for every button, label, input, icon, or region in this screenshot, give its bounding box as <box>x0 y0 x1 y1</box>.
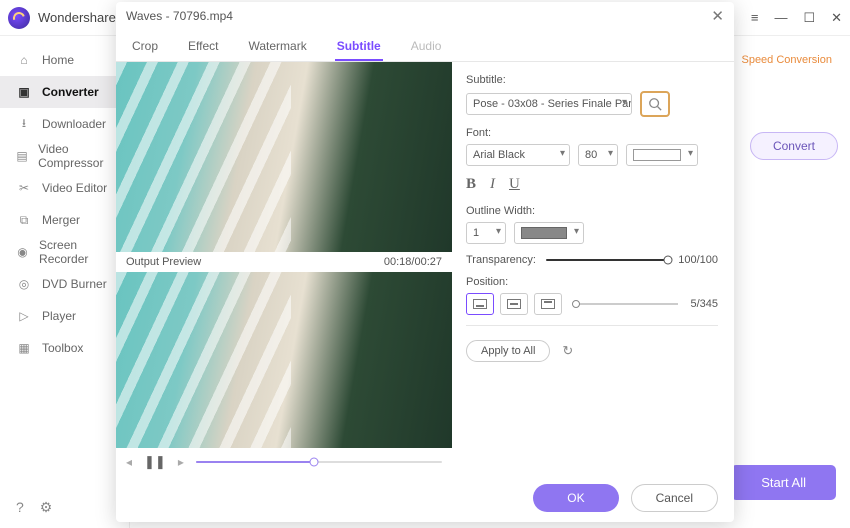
seek-slider[interactable] <box>196 461 442 463</box>
divider <box>466 325 718 326</box>
tab-watermark[interactable]: Watermark <box>246 33 308 61</box>
download-icon: ⭳ <box>16 116 32 132</box>
position-middle-button[interactable] <box>500 293 528 315</box>
tab-audio[interactable]: Audio <box>409 33 444 61</box>
toolbox-icon: ▦ <box>16 340 32 356</box>
subtitle-select-value: Pose - 03x08 - Series Finale Part 2.WE <box>473 98 632 110</box>
outline-color-select[interactable] <box>514 222 584 244</box>
sidebar-item-label: Downloader <box>42 117 106 131</box>
sidebar-item-downloader[interactable]: ⭳ Downloader <box>0 108 129 140</box>
app-brand: Wondershare <box>38 10 116 25</box>
position-slider[interactable] <box>576 303 678 305</box>
sidebar-item-video-editor[interactable]: ✂ Video Editor <box>0 172 129 204</box>
pause-button[interactable]: ❚❚ <box>144 454 166 470</box>
start-all-button[interactable]: Start All <box>731 465 836 500</box>
timecode: 00:18/00:27 <box>384 256 442 268</box>
outline-color-swatch <box>521 227 567 239</box>
sidebar-item-toolbox[interactable]: ▦ Toolbox <box>0 332 129 364</box>
reset-icon[interactable]: ↻ <box>562 343 573 359</box>
sidebar-item-label: Screen Recorder <box>39 238 113 266</box>
player-controls: ◂ ❚❚ ▸ <box>116 448 452 476</box>
home-icon: ⌂ <box>16 52 32 68</box>
font-color-swatch <box>633 149 681 161</box>
scissors-icon: ✂ <box>16 180 32 196</box>
subtitle-select[interactable]: Pose - 03x08 - Series Finale Part 2.WE <box>466 93 632 115</box>
help-icon[interactable]: ? <box>16 499 24 516</box>
disc-icon: ◎ <box>16 276 32 292</box>
sidebar-item-dvd-burner[interactable]: ◎ DVD Burner <box>0 268 129 300</box>
close-button[interactable]: ✕ <box>831 10 842 26</box>
sidebar-item-player[interactable]: ▷ Player <box>0 300 129 332</box>
sidebar-item-label: DVD Burner <box>42 277 107 291</box>
sidebar-item-label: Video Editor <box>42 181 107 195</box>
position-value: 5/345 <box>690 298 718 310</box>
bold-button[interactable]: B <box>466 176 476 193</box>
settings-icon[interactable]: ⚙ <box>40 499 53 516</box>
tab-effect[interactable]: Effect <box>186 33 220 61</box>
search-icon <box>648 97 662 111</box>
compress-icon: ▤ <box>16 148 28 164</box>
dialog-title: Waves - 70796.mp4 <box>126 9 233 23</box>
font-select[interactable]: Arial Black <box>466 144 570 166</box>
maximize-button[interactable]: ☐ <box>803 10 815 26</box>
sidebar: ⌂ Home ▣ Converter ⭳ Downloader ▤ Video Comp… <box>0 36 130 528</box>
transparency-slider[interactable] <box>546 259 668 261</box>
font-size-select[interactable]: 80 <box>578 144 618 166</box>
tab-subtitle[interactable]: Subtitle <box>335 33 383 61</box>
record-icon: ◉ <box>16 244 29 260</box>
dialog-close-button[interactable]: ✕ <box>711 7 724 25</box>
app-logo <box>8 7 30 29</box>
sidebar-item-merger[interactable]: ⧉ Merger <box>0 204 129 236</box>
tab-crop[interactable]: Crop <box>130 33 160 61</box>
transparency-label: Transparency: <box>466 254 536 266</box>
menu-icon[interactable]: ≡ <box>751 10 759 25</box>
ok-button[interactable]: OK <box>533 484 618 512</box>
sidebar-item-compressor[interactable]: ▤ Video Compressor <box>0 140 129 172</box>
converter-icon: ▣ <box>16 84 32 100</box>
output-preview-label: Output Preview <box>126 256 201 268</box>
outline-width-select[interactable]: 1 <box>466 222 506 244</box>
italic-button[interactable]: I <box>490 176 495 193</box>
subtitle-label: Subtitle: <box>466 74 718 86</box>
sidebar-item-home[interactable]: ⌂ Home <box>0 44 129 76</box>
cancel-button[interactable]: Cancel <box>631 484 718 512</box>
apply-to-all-button[interactable]: Apply to All <box>466 340 550 362</box>
transparency-value: 100/100 <box>678 254 718 266</box>
merge-icon: ⧉ <box>16 212 32 228</box>
sidebar-item-label: Toolbox <box>42 341 83 355</box>
play-icon: ▷ <box>16 308 32 324</box>
sidebar-item-label: Player <box>42 309 76 323</box>
subtitle-editor-dialog: Waves - 70796.mp4 ✕ Crop Effect Watermar… <box>116 2 734 522</box>
convert-button[interactable]: Convert <box>750 132 838 160</box>
sidebar-item-label: Home <box>42 53 74 67</box>
right-panel: Speed Conversion Convert <box>735 50 838 160</box>
dialog-tabs: Crop Effect Watermark Subtitle Audio <box>116 29 734 62</box>
font-label: Font: <box>466 127 718 139</box>
video-preview-original <box>116 62 452 252</box>
sidebar-item-screen-recorder[interactable]: ◉ Screen Recorder <box>0 236 129 268</box>
next-button[interactable]: ▸ <box>178 455 184 469</box>
position-bottom-button[interactable] <box>466 293 494 315</box>
position-top-button[interactable] <box>534 293 562 315</box>
sidebar-item-label: Merger <box>42 213 80 227</box>
outline-width-label: Outline Width: <box>466 205 718 217</box>
outline-width-value: 1 <box>473 227 479 239</box>
font-size-value: 80 <box>585 149 597 161</box>
subtitle-search-button[interactable] <box>640 91 670 117</box>
video-preview-output <box>116 272 452 448</box>
sidebar-item-label: Converter <box>42 85 99 99</box>
prev-button[interactable]: ◂ <box>126 455 132 469</box>
sidebar-item-label: Video Compressor <box>38 142 113 170</box>
position-label: Position: <box>466 276 718 288</box>
speed-conversion-link[interactable]: Speed Conversion <box>735 50 838 70</box>
underline-button[interactable]: U <box>509 176 520 193</box>
font-color-select[interactable] <box>626 144 698 166</box>
font-select-value: Arial Black <box>473 149 525 161</box>
sidebar-item-converter[interactable]: ▣ Converter <box>0 76 129 108</box>
minimize-button[interactable]: — <box>774 10 787 25</box>
